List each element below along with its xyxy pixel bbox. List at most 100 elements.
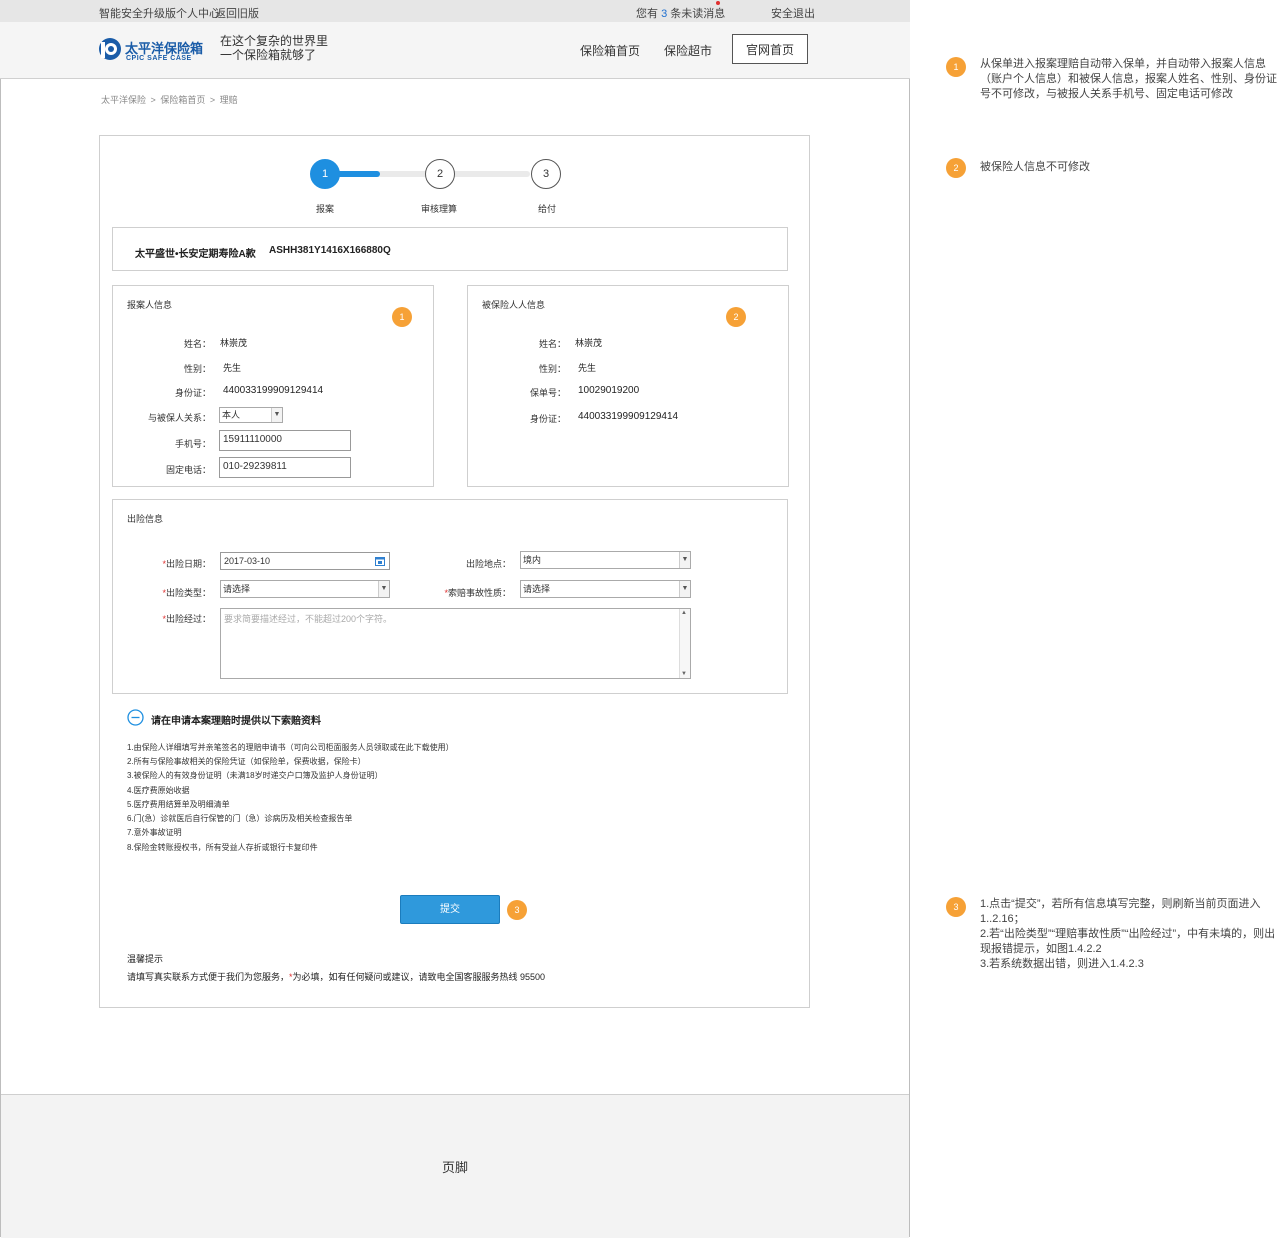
- material-item: 2.所有与保险事故相关的保险凭证（如保险单，保费收据，保险卡）: [127, 757, 366, 766]
- top-bar: 智能安全升级版个人中心 返回旧版 您有 3 条未读消息 安全退出: [0, 0, 910, 22]
- chevron-down-icon: ▼: [679, 552, 690, 568]
- reporter-info-panel: 报案人信息 1 姓名： 林崇茂 性别： 先生 身份证： 440033199909…: [112, 285, 434, 487]
- landline-input[interactable]: 010-29239811: [219, 457, 351, 478]
- personal-center-link[interactable]: 智能安全升级版个人中心: [99, 5, 220, 21]
- step-progress-fill: [334, 171, 380, 177]
- accident-place-select[interactable]: 境内 ▼: [520, 551, 691, 569]
- policy-number: ASHH381Y1416X166880Q: [269, 245, 391, 256]
- accident-date-value: 2017-03-10: [224, 556, 271, 566]
- annotation-note-badge-2: 2: [946, 158, 966, 178]
- annotation-note-badge-1: 1: [946, 57, 966, 77]
- submit-button[interactable]: 提交: [400, 895, 500, 924]
- tips-text-before: 请填写真实联系方式便于我们为您服务，: [127, 972, 290, 982]
- claim-nature-select[interactable]: 请选择 ▼: [520, 580, 691, 598]
- step-1-circle: 1: [310, 159, 340, 189]
- relation-select-value: 本人: [222, 410, 241, 420]
- page-footer: 页脚: [1, 1094, 909, 1238]
- reporter-gender-label: 性别：: [183, 364, 211, 374]
- logout-link[interactable]: 安全退出: [771, 5, 815, 21]
- site-header: 太平洋保险箱 CPIC SAFE CASE 在这个复杂的世界里 一个保险箱就够了…: [0, 22, 910, 79]
- annotation-note-3-line: 1.点击“提交”，若所有信息填写完整，则刷新当前页面进入1..2.16；: [980, 898, 1261, 925]
- step-2-label: 审核理算: [421, 204, 458, 214]
- accident-desc-placeholder: 要求简要描述经过，不能超过200个字符。: [224, 614, 393, 624]
- annotation-note-3-line: 3.若系统数据出错，则进入1.4.2.3: [980, 958, 1144, 970]
- material-item: 6.门(急）诊就医后自行保管的门（急）诊病历及相关检查报告单: [127, 814, 353, 823]
- chevron-down-icon: ▼: [679, 581, 690, 597]
- step-3-circle: 3: [531, 159, 561, 189]
- accident-type-label-text: 出险类型：: [165, 588, 211, 598]
- reporter-id-value: 440033199909129414: [223, 385, 324, 396]
- textarea-scrollbar[interactable]: ▲ ▼: [679, 609, 690, 678]
- policy-box: 太平盛世•长安定期寿险A款 ASHH381Y1416X166880Q: [112, 227, 788, 271]
- back-old-version-link[interactable]: 返回旧版: [215, 5, 259, 21]
- material-item: 4.医疗费原始收据: [127, 786, 190, 795]
- unread-messages[interactable]: 您有 3 条未读消息: [636, 5, 725, 21]
- chevron-down-icon: ▼: [271, 408, 282, 422]
- policy-name: 太平盛世•长安定期寿险A款: [135, 249, 256, 260]
- insured-name-label: 姓名：: [538, 339, 566, 349]
- slogan-line-2: 一个保险箱就够了: [220, 48, 317, 62]
- phone-input[interactable]: 15911110000: [219, 430, 351, 451]
- annotation-badge-1: 1: [392, 307, 412, 327]
- accident-info-title: 出险信息: [127, 514, 164, 524]
- accident-place-label: 出险地点：: [465, 559, 511, 569]
- accident-date-label: *出险日期：: [133, 557, 211, 570]
- tips-text-after: 为必填，如有任何疑问或建议，请致电全国客服服务热线 95500: [292, 972, 546, 982]
- material-item: 1.由保险人详细填写并亲笔签名的理赔申请书（可向公司柜面服务人员领取或在此下载使…: [127, 743, 454, 752]
- tips-title: 温馨提示: [127, 954, 164, 964]
- reporter-name-value: 林崇茂: [220, 338, 248, 348]
- accident-info-panel: 出险信息 *出险日期： 2017-03-10 出险地点： 境内 ▼ *出险类型：…: [112, 499, 788, 694]
- accident-desc-label-text: 出险经过：: [165, 614, 211, 624]
- logo-text-en: CPIC SAFE CASE: [126, 55, 192, 62]
- scroll-down-icon[interactable]: ▼: [681, 671, 687, 677]
- nav-safe-case-home[interactable]: 保险箱首页: [580, 42, 640, 59]
- accident-type-label: *出险类型：: [133, 586, 211, 599]
- insured-policy-no-label: 保单号：: [529, 388, 566, 398]
- annotation-note-3: 1.点击“提交”，若所有信息填写完整，则刷新当前页面进入1..2.16； 2.若…: [980, 897, 1278, 972]
- accident-place-value: 境内: [523, 555, 542, 565]
- annotation-note-3-line: 2.若“出险类型”“理赔事故性质”“出险经过”，中有未填的，则出现报错提示，如图…: [980, 928, 1276, 955]
- material-item: 3.被保险人的有效身份证明（未满18岁时递交户口簿及监护人身份证明）: [127, 771, 383, 780]
- collapse-minus-icon[interactable]: [127, 709, 144, 726]
- nav-official-home-button[interactable]: 官网首页: [732, 34, 808, 64]
- unread-dot: [716, 1, 720, 5]
- tips-text: 请填写真实联系方式便于我们为您服务，*为必填，如有任何疑问或建议，请致电全国客服…: [127, 970, 545, 983]
- reporter-gender-value: 先生: [223, 363, 242, 373]
- breadcrumb-cpic[interactable]: 太平洋保险: [101, 95, 146, 105]
- step-2-circle: 2: [425, 159, 455, 189]
- annotation-badge-2: 2: [726, 307, 746, 327]
- claim-nature-value: 请选择: [523, 584, 551, 594]
- breadcrumb-claims: 理赔: [219, 95, 238, 105]
- insured-id-value: 440033199909129414: [578, 411, 679, 422]
- insured-name-value: 林崇茂: [575, 338, 603, 348]
- breadcrumb-safe-case-home[interactable]: 保险箱首页: [160, 95, 205, 105]
- insured-gender-value: 先生: [578, 363, 597, 373]
- chevron-down-icon: ▼: [378, 581, 389, 597]
- annotation-badge-3: 3: [507, 900, 527, 920]
- accident-type-select[interactable]: 请选择 ▼: [220, 580, 390, 598]
- nav-insurance-market[interactable]: 保险超市: [664, 42, 712, 59]
- breadcrumb-separator: >: [209, 95, 216, 105]
- materials-title: 请在申请本案理赔时提供以下索赔资料: [151, 716, 321, 727]
- accident-desc-textarea[interactable]: 要求简要描述经过，不能超过200个字符。 ▲ ▼: [220, 608, 691, 679]
- accident-date-input[interactable]: 2017-03-10: [220, 552, 390, 570]
- annotation-note-2: 被保险人信息不可修改: [980, 161, 1090, 173]
- accident-date-label-text: 出险日期：: [165, 559, 211, 569]
- accident-type-value: 请选择: [223, 584, 251, 594]
- relation-select[interactable]: 本人 ▼: [219, 407, 283, 423]
- material-item: 5.医疗费用结算单及明细清单: [127, 800, 230, 809]
- scroll-up-icon[interactable]: ▲: [681, 610, 687, 616]
- breadcrumb: 太平洋保险 > 保险箱首页 > 理赔: [101, 93, 238, 106]
- material-item: 8.保险金转账授权书，所有受益人存折或银行卡复印件: [127, 843, 318, 852]
- calendar-icon[interactable]: [375, 556, 385, 566]
- insured-id-label: 身份证：: [529, 414, 566, 424]
- insured-gender-label: 性别：: [538, 364, 566, 374]
- phone-label: 手机号：: [174, 439, 211, 449]
- insured-policy-no-value: 10029019200: [578, 385, 640, 396]
- msg-count: 3: [661, 8, 668, 20]
- reporter-id-label: 身份证：: [174, 388, 211, 398]
- cpic-logo-icon: [99, 38, 121, 60]
- claim-nature-label-text: 索赔事故性质：: [447, 588, 511, 598]
- insured-info-title: 被保险人人信息: [482, 300, 546, 310]
- step-1-label: 报案: [316, 204, 335, 214]
